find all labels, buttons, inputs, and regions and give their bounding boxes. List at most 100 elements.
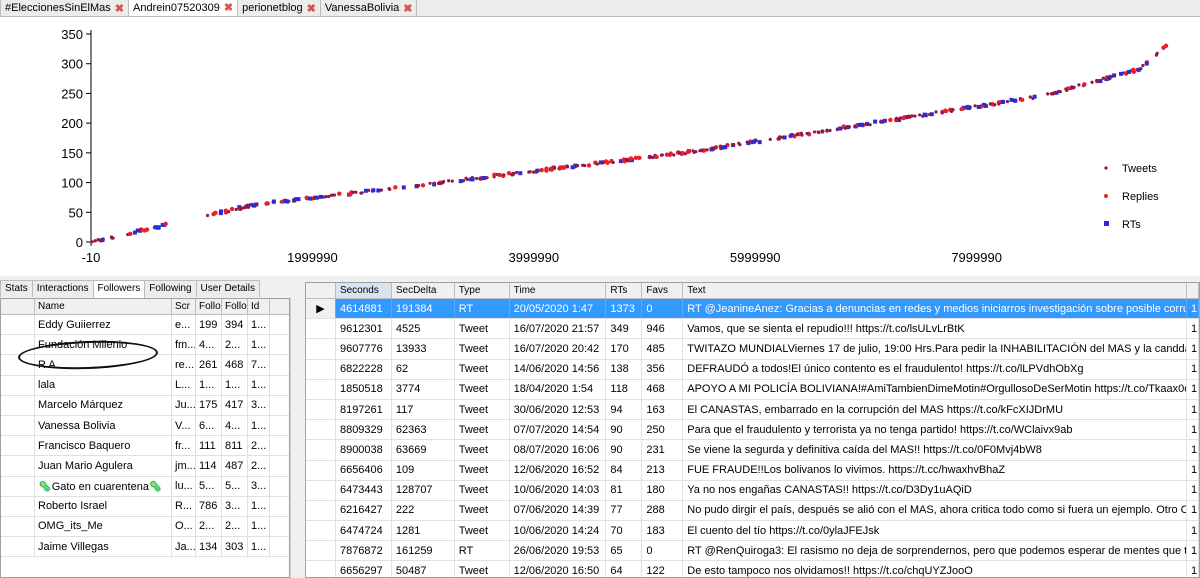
- tweet-row[interactable]: ▶ 4614881 191384 RT 20/05/2020 1:47 1373 0 RT @…: [306, 299, 1199, 320]
- row-header-cell: [1, 496, 35, 516]
- tweet-row[interactable]: 6656406 109 Tweet 12/06/2020 16:52 84 213 FUE …: [306, 460, 1199, 481]
- tweet-point: [515, 170, 519, 175]
- row-selector-cell: ▶: [306, 299, 336, 319]
- tweet-cell: 1: [1187, 460, 1199, 480]
- row-header-cell: [1, 516, 35, 537]
- follower-row[interactable]: Fundación Milenio fm... 4... 2... 1...: [1, 335, 289, 356]
- tweet-point: [1110, 74, 1115, 78]
- tweet-row[interactable]: 6216427 222 Tweet 07/06/2020 14:39 77 288 No p…: [306, 500, 1199, 522]
- tweet-cell: 1: [1187, 561, 1199, 577]
- follower-row[interactable]: Eddy Guiierrez e... 199 394 1...: [1, 315, 289, 336]
- reply-point: [943, 108, 949, 114]
- doc-tab-0[interactable]: #EleccionesSinElMas ✖: [0, 0, 129, 16]
- follower-row[interactable]: Jaime Villegas Ja... 134 303 1...: [1, 537, 289, 558]
- reply-point: [163, 221, 168, 227]
- followers-column-header[interactable]: Follo: [196, 299, 222, 314]
- left-tab-interactions[interactable]: Interactions: [31, 280, 94, 297]
- tweets-column-header[interactable]: Time: [510, 283, 607, 298]
- reply-point: [586, 163, 592, 168]
- left-tab-followers[interactable]: Followers: [92, 280, 146, 298]
- follower-cell: lala: [35, 375, 172, 395]
- followers-header-row: Name Scr Follo Follo Id: [1, 299, 289, 315]
- left-tab-user-details[interactable]: User Details: [195, 280, 261, 297]
- follower-row[interactable]: 🦠Gato en cuarentena🦠 lu... 5... 5... 3...: [1, 476, 289, 497]
- follower-row[interactable]: R Are... 261 468 7...: [1, 355, 289, 376]
- follower-row[interactable]: OMG_its_Me O... 2... 2... 1...: [1, 516, 289, 538]
- left-tab-following[interactable]: Following: [144, 280, 197, 297]
- tweet-row[interactable]: 6656297 50487 Tweet 12/06/2020 16:50 64 122 De…: [306, 561, 1199, 577]
- followers-column-header[interactable]: Id: [248, 299, 270, 314]
- tweet-cell: 138: [606, 359, 643, 379]
- tweets-column-header[interactable]: Text: [683, 283, 1188, 298]
- tweet-row[interactable]: 9612301 4525 Tweet 16/07/2020 21:57 349 946 Va…: [306, 319, 1199, 340]
- doc-tab-1[interactable]: Andrein07520309 ✖: [128, 0, 239, 16]
- followers-column-header[interactable]: Name: [35, 299, 172, 314]
- follower-row[interactable]: lala L... 1... 1... 1...: [1, 375, 289, 396]
- tweet-point: [450, 179, 454, 183]
- tweets-column-header[interactable]: RTs: [606, 283, 643, 298]
- tweets-column-header[interactable]: [1187, 283, 1199, 298]
- reply-point: [888, 117, 893, 123]
- tweet-point: [984, 104, 989, 108]
- close-icon[interactable]: ✖: [307, 2, 316, 15]
- tweet-cell: 6822228: [336, 359, 392, 379]
- tweets-column-header[interactable]: SecDelta: [392, 283, 455, 298]
- left-tab-stats[interactable]: Stats: [0, 280, 33, 297]
- followers-scrollbar[interactable]: [290, 298, 300, 578]
- tweet-timeline-chart: 0 50 100 150 200 250 300 350 -10 1999990 3999990 59…: [0, 18, 1200, 274]
- followers-grid[interactable]: Name Scr Follo Follo Id Eddy Guiierrez e... 199…: [0, 298, 290, 578]
- tweet-row[interactable]: 8809329 62363 Tweet 07/07/2020 14:54 90 250 Pa…: [306, 420, 1199, 441]
- tweet-row[interactable]: 9607776 13933 Tweet 16/07/2020 20:42 170 485 T…: [306, 339, 1199, 360]
- tweet-point: [432, 181, 436, 185]
- close-icon[interactable]: ✖: [403, 2, 412, 15]
- followers-column-header[interactable]: [1, 299, 35, 314]
- tweet-point: [913, 114, 917, 118]
- tweet-cell: 50487: [392, 561, 455, 577]
- tweets-column-header[interactable]: [306, 283, 336, 298]
- tweet-row[interactable]: 1850518 3774 Tweet 18/04/2020 1:54 118 468 APO…: [306, 379, 1199, 400]
- tweet-cell: 08/07/2020 16:06: [510, 440, 607, 460]
- doc-tab-label: perionetblog: [242, 2, 303, 14]
- close-icon[interactable]: ✖: [224, 1, 233, 14]
- tweet-cell: 10/06/2020 14:24: [510, 521, 607, 541]
- rt-point: [1144, 61, 1149, 66]
- tweets-column-header[interactable]: Seconds: [335, 283, 392, 298]
- follower-row[interactable]: Marcelo Márquez Ju... 175 417 3...: [1, 395, 289, 416]
- tweet-row[interactable]: 8197261 117 Tweet 30/06/2020 12:53 94 163 El C…: [306, 399, 1199, 421]
- tweet-cell: 26/06/2020 19:53: [510, 541, 607, 561]
- tweet-point: [825, 129, 829, 133]
- tweets-column-header[interactable]: Type: [455, 283, 510, 298]
- tweets-grid[interactable]: Seconds SecDelta Type Time RTs Favs Text ▶ 46148…: [305, 282, 1200, 578]
- row-selector-cell: [306, 541, 336, 561]
- tweet-row[interactable]: 8900038 63669 Tweet 08/07/2020 16:06 90 231 Se…: [306, 440, 1199, 461]
- followers-column-header[interactable]: Follo: [222, 299, 248, 314]
- close-icon[interactable]: ✖: [115, 2, 124, 15]
- tweet-cell: 9607776: [336, 339, 392, 359]
- tweet-point: [93, 239, 97, 243]
- tweet-cell: El cuento del tío https://t.co/0ylaJFEJs…: [683, 521, 1188, 541]
- tweet-cell: 128707: [392, 480, 455, 500]
- tweet-point: [812, 130, 817, 134]
- rt-point: [570, 165, 575, 170]
- follower-cell: 2...: [248, 436, 270, 456]
- tweet-cell: 84: [606, 460, 643, 480]
- follower-row[interactable]: Roberto Israel R... 786 3... 1...: [1, 496, 289, 517]
- tweet-point: [360, 191, 364, 195]
- doc-tab-3[interactable]: VanessaBolivia ✖: [319, 0, 418, 16]
- tweet-cell: 70: [606, 521, 643, 541]
- tweet-row[interactable]: 7876872 161259 RT 26/06/2020 19:53 65 0 RT @Re…: [306, 541, 1199, 562]
- followers-column-header[interactable]: Scr: [172, 299, 196, 314]
- row-selector-cell: [306, 521, 336, 541]
- tweet-cell: 349: [606, 319, 643, 339]
- tweet-row[interactable]: 6473443 128707 Tweet 10/06/2020 14:03 81 180 Y…: [306, 480, 1199, 501]
- tweet-row[interactable]: 6474724 1281 Tweet 10/06/2020 14:24 70 183 El …: [306, 521, 1199, 542]
- rt-point: [363, 188, 368, 193]
- tweet-cell: 191384: [391, 299, 455, 319]
- follower-row[interactable]: Francisco Baquero fr... 111 811 2...: [1, 436, 289, 457]
- follower-row[interactable]: Juan Mario Agulera jm... 114 487 2...: [1, 456, 289, 477]
- follower-row[interactable]: Vanessa Bolivia V... 6... 4... 1...: [1, 415, 289, 437]
- tweets-column-header[interactable]: Favs: [642, 283, 684, 298]
- tweet-cell: TWITAZO MUNDIALViernes 17 de julio, 19:0…: [683, 339, 1188, 359]
- tweet-row[interactable]: 6822228 62 Tweet 14/06/2020 14:56 138 356 DEFR…: [306, 359, 1199, 380]
- doc-tab-2[interactable]: perionetblog ✖: [237, 0, 321, 16]
